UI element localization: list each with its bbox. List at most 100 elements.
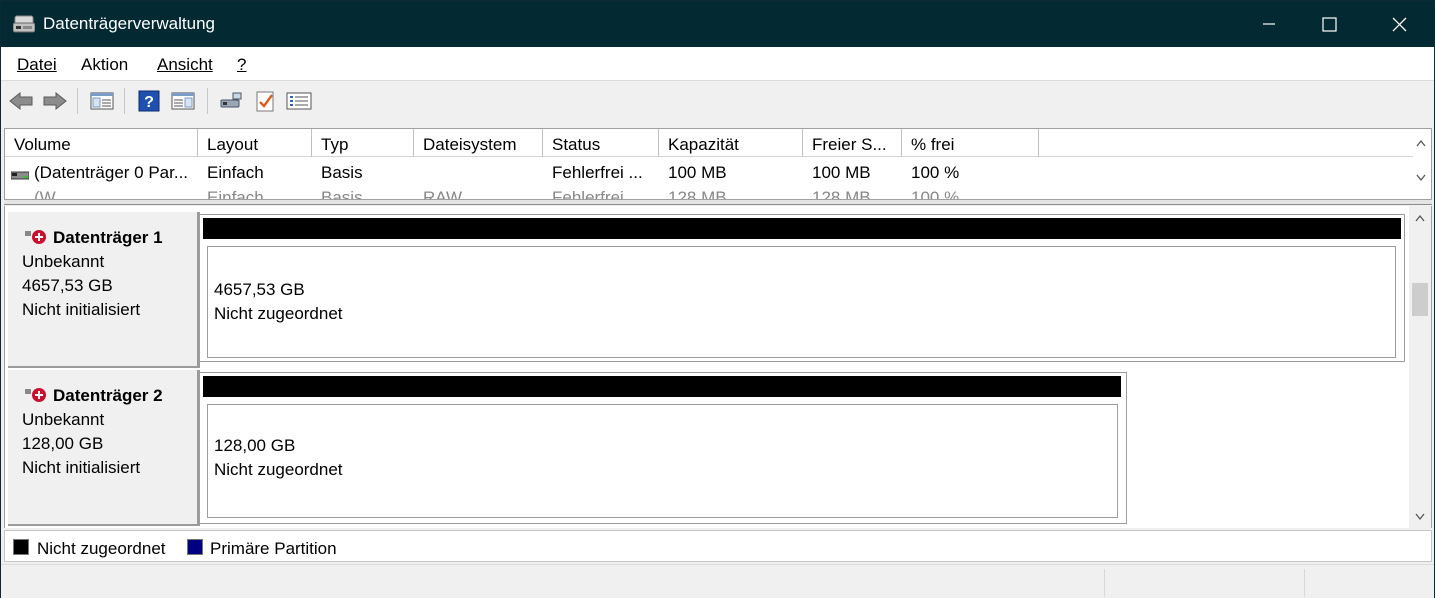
legend-swatch-unallocated	[13, 539, 29, 555]
scroll-down-icon	[1416, 174, 1426, 182]
console-tree-button[interactable]	[88, 88, 116, 114]
scroll-thumb	[1412, 283, 1428, 316]
legend-label-unallocated: Nicht zugeordnet	[37, 539, 166, 558]
legend-label-primary: Primäre Partition	[210, 539, 337, 558]
disk-type: Unbekannt	[22, 410, 105, 429]
status-separator	[1304, 569, 1305, 597]
legend: Nicht zugeordnet Primäre Partition	[4, 530, 1432, 562]
svg-text:?: ?	[144, 94, 154, 111]
menu-help-label: ?	[237, 55, 247, 74]
disk-type: Unbekannt	[22, 252, 105, 271]
help-button[interactable]: ?	[135, 88, 163, 114]
column-header-volume[interactable]: Volume	[5, 129, 198, 157]
partition-state: Nicht zugeordnet	[214, 304, 343, 323]
volume-name: (Datenträger 0 Par...	[34, 163, 189, 182]
disk-1-label[interactable]: Datenträger 1 Unbekannt 4657,53 GB Nicht…	[8, 212, 200, 368]
back-button[interactable]	[7, 88, 35, 114]
maximize-button[interactable]	[1294, 1, 1364, 47]
minimize-icon	[1263, 23, 1275, 25]
disk-error-icon	[25, 228, 49, 246]
unallocated-bar	[203, 376, 1121, 397]
menu-bar: Datei Aktion Ansicht ?	[1, 47, 1434, 81]
status-bar	[1, 564, 1434, 598]
column-header-freier-speicher[interactable]: Freier S...	[803, 129, 902, 157]
volume-list-header: Volume Layout Typ Dateisystem Status Kap…	[5, 129, 1413, 157]
partition-size: 128,00 GB	[214, 436, 296, 455]
volume-typ: Basis	[321, 163, 363, 182]
column-header-typ[interactable]: Typ	[312, 129, 414, 157]
disk-management-icon	[12, 14, 36, 34]
disk-state: Nicht initialisiert	[22, 458, 141, 477]
pane-splitter[interactable]	[4, 200, 1432, 205]
column-header-layout[interactable]: Layout	[198, 129, 312, 157]
disk-graph-view: Datenträger 1 Unbekannt 4657,53 GB Nicht…	[4, 206, 1432, 528]
maximize-icon	[1321, 16, 1337, 32]
toolbar-separator	[77, 88, 78, 114]
volume-kapazitaet: 100 MB	[668, 163, 727, 182]
volume-list: Volume Layout Typ Dateisystem Status Kap…	[4, 128, 1432, 200]
toolbar-separator	[207, 88, 208, 114]
volume-prozent-frei: 100 %	[911, 189, 960, 199]
window-title: Datenträgerverwaltung	[43, 14, 215, 33]
table-row[interactable]: (W Einfach Basis RAW Fehlerfrei ... 128 …	[10, 189, 1410, 199]
menu-ansicht[interactable]: Ansicht	[157, 55, 213, 75]
close-icon	[1392, 17, 1406, 31]
volume-drive-icon	[10, 166, 30, 186]
disk-error-icon	[25, 386, 49, 404]
action-pane-button[interactable]	[169, 88, 197, 114]
menu-datei[interactable]: Datei	[17, 55, 57, 75]
menu-help[interactable]: ?	[237, 55, 246, 75]
status-separator	[1104, 569, 1105, 597]
disk-view-scrollbar[interactable]	[1409, 206, 1431, 528]
column-header-dateisystem[interactable]: Dateisystem	[414, 129, 543, 157]
disk-connect-icon	[220, 92, 242, 108]
menu-ansicht-label: Ansicht	[157, 55, 213, 74]
toolbar-separator	[124, 88, 125, 114]
volume-prozent-frei: 100 %	[911, 163, 960, 182]
help-icon: ?	[138, 90, 160, 112]
column-header-status[interactable]: Status	[543, 129, 659, 157]
back-arrow-icon	[9, 92, 33, 110]
disk-state: Nicht initialisiert	[22, 300, 141, 319]
partition-state: Nicht zugeordnet	[214, 460, 343, 479]
volume-freier-speicher: 100 MB	[812, 163, 871, 182]
column-header-kapazitaet[interactable]: Kapazität	[659, 129, 803, 157]
volume-list-scrollbar[interactable]	[1411, 129, 1431, 199]
forward-arrow-icon	[43, 92, 67, 110]
scroll-up-icon	[1415, 214, 1425, 222]
properties-list-icon	[286, 92, 312, 110]
volume-layout: Einfach	[207, 189, 264, 199]
partition-region: 4657,53 GB Nicht zugeordnet	[207, 246, 1396, 358]
action-pane-icon	[171, 92, 195, 110]
properties-button[interactable]	[285, 88, 313, 114]
scroll-up-icon	[1416, 139, 1426, 147]
volume-status: Fehlerfrei ...	[552, 163, 643, 182]
partition-size: 4657,53 GB	[214, 280, 305, 299]
menu-datei-label: Datei	[17, 55, 57, 74]
forward-button[interactable]	[41, 88, 69, 114]
connect-disk-button[interactable]	[217, 88, 245, 114]
volume-status: Fehlerfrei ...	[552, 189, 643, 199]
close-button[interactable]	[1364, 1, 1434, 47]
toolbar: ?	[1, 82, 1434, 119]
volume-kapazitaet: 128 MB	[668, 189, 727, 199]
disk-management-window: Datenträgerverwaltung Datei Aktion Ansic…	[0, 0, 1435, 598]
volume-name: (W	[34, 189, 56, 199]
menu-aktion[interactable]: Aktion	[81, 55, 128, 75]
disk-size: 4657,53 GB	[22, 276, 113, 295]
volume-typ: Basis	[321, 189, 363, 199]
check-button[interactable]	[251, 88, 279, 114]
disk-2-partition[interactable]: 128,00 GB Nicht zugeordnet	[199, 372, 1127, 524]
disk-name: Datenträger 2	[53, 386, 163, 405]
column-header-prozent-frei[interactable]: % frei	[902, 129, 1039, 157]
disk-name: Datenträger 1	[53, 228, 163, 247]
console-tree-icon	[90, 92, 114, 110]
scroll-down-icon	[1415, 513, 1425, 521]
volume-dateisystem: RAW	[423, 189, 463, 199]
volume-layout: Einfach	[207, 163, 264, 182]
title-bar[interactable]: Datenträgerverwaltung	[1, 1, 1434, 47]
disk-2-label[interactable]: Datenträger 2 Unbekannt 128,00 GB Nicht …	[8, 370, 200, 526]
volume-freier-speicher: 128 MB	[812, 189, 871, 199]
checklist-icon	[256, 91, 274, 112]
disk-1-partition[interactable]: 4657,53 GB Nicht zugeordnet	[199, 214, 1405, 362]
